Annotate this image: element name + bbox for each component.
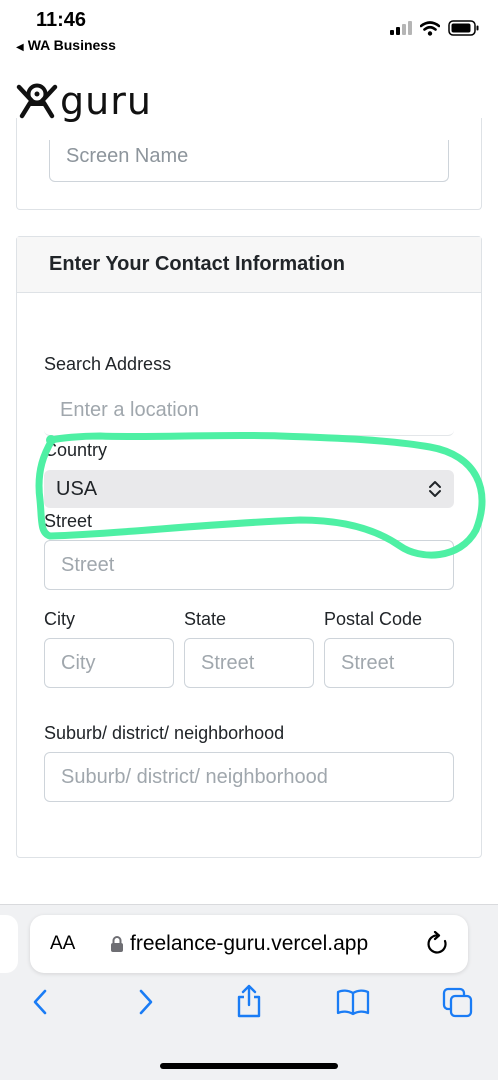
share-icon[interactable] — [234, 983, 264, 1019]
forward-icon[interactable] — [136, 987, 156, 1017]
contact-card-header: Enter Your Contact Information — [17, 237, 481, 293]
city-label: City — [44, 609, 75, 629]
wifi-icon — [420, 20, 440, 36]
text-size-button[interactable]: AA — [50, 933, 75, 955]
browser-toolbar — [0, 984, 498, 1027]
logo-text: guru — [60, 79, 152, 123]
suburb-input[interactable]: Suburb/ district/ neighborhood — [44, 752, 454, 802]
previous-tab-edge[interactable] — [0, 915, 18, 973]
postal-code-label: Postal Code — [324, 609, 423, 629]
tabs-icon[interactable] — [442, 987, 474, 1019]
suburb-placeholder: Suburb/ district/ neighborhood — [61, 765, 328, 788]
back-icon[interactable] — [30, 987, 50, 1017]
clock: 11:46 — [36, 9, 87, 31]
address-bar[interactable]: AA freelance-guru.vercel.app — [30, 915, 468, 973]
city-placeholder: City — [61, 651, 96, 674]
profile-card: Screen Name — [16, 118, 482, 210]
postal-code-placeholder: Street — [341, 651, 395, 674]
status-bar: 11:46 ◀ WA Business — [0, 0, 498, 58]
street-placeholder: Street — [61, 553, 115, 576]
state-placeholder: Street — [201, 651, 255, 674]
url-text: freelance-guru.vercel.app — [130, 932, 369, 955]
guru-figure-icon — [16, 83, 58, 119]
search-address-input[interactable]: Enter a location — [44, 386, 454, 436]
back-to-app-link[interactable]: ◀ WA Business — [16, 37, 116, 53]
screen-name-placeholder: Screen Name — [66, 145, 189, 167]
postal-code-input[interactable]: Street — [324, 638, 454, 688]
search-address-label: Search Address — [44, 354, 172, 374]
state-input[interactable]: Street — [184, 638, 314, 688]
search-address-placeholder: Enter a location — [60, 399, 199, 421]
guru-logo[interactable]: guru — [16, 82, 152, 120]
battery-icon — [448, 20, 479, 36]
country-value: USA — [56, 477, 98, 500]
lock-icon — [111, 936, 123, 952]
back-app-label: WA Business — [27, 37, 116, 53]
home-indicator — [160, 1063, 338, 1069]
street-input[interactable]: Street — [44, 540, 454, 590]
back-triangle-icon: ◀ — [16, 42, 24, 53]
browser-bottom-bar: AA freelance-guru.vercel.app — [0, 904, 498, 1080]
state-label: State — [184, 609, 227, 629]
country-select[interactable]: USA — [44, 470, 454, 508]
status-icons — [390, 20, 480, 36]
bookmarks-icon[interactable] — [336, 987, 370, 1017]
street-label: Street — [44, 511, 93, 531]
country-label: Country — [44, 440, 108, 460]
screen-name-input[interactable]: Screen Name — [49, 140, 449, 182]
contact-card-title: Enter Your Contact Information — [49, 253, 345, 275]
reload-icon[interactable] — [426, 931, 450, 957]
select-chevrons-icon — [429, 481, 441, 497]
suburb-label: Suburb/ district/ neighborhood — [44, 723, 285, 743]
cellular-signal-icon — [390, 21, 412, 35]
city-input[interactable]: City — [44, 638, 174, 688]
